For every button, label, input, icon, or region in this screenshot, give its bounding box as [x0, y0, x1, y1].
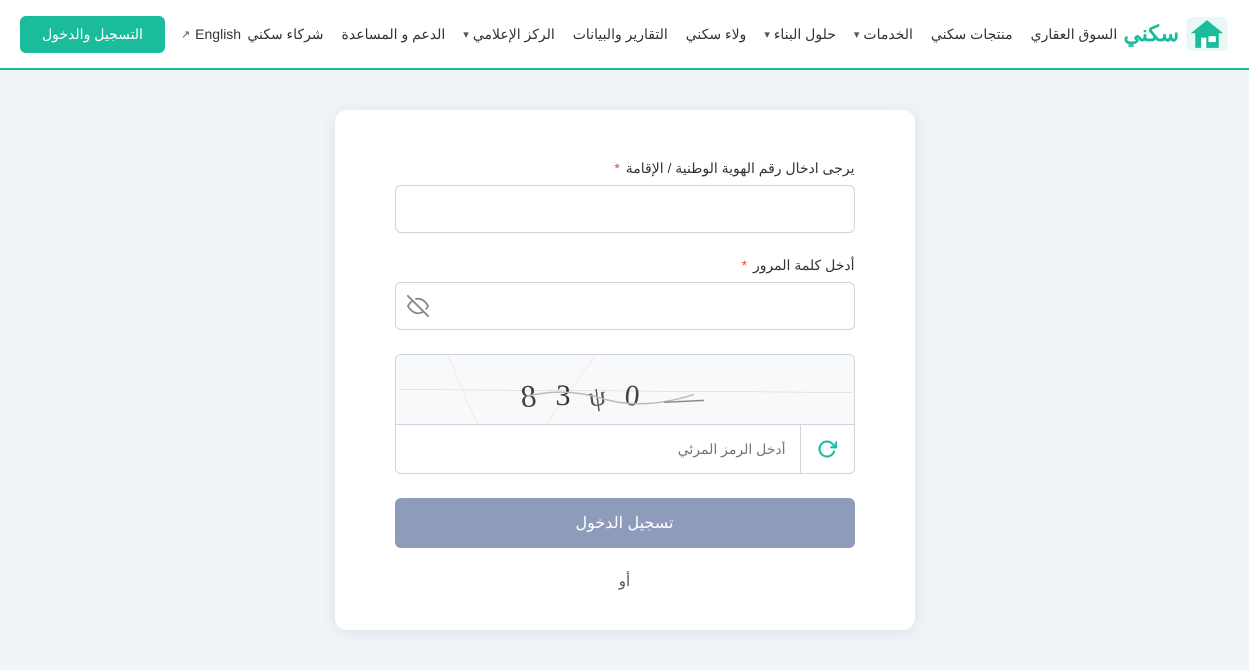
id-input[interactable] — [395, 185, 855, 233]
login-card: يرجى ادخال رقم الهوية الوطنية / الإقامة … — [335, 110, 915, 630]
password-required-star: * — [742, 257, 747, 273]
sidebar-item-building-solutions[interactable]: حلول البناء — [764, 26, 836, 43]
sidebar-item-sakani-loyalty[interactable]: ولاء سكني — [686, 26, 747, 43]
id-label: يرجى ادخال رقم الهوية الوطنية / الإقامة … — [395, 160, 855, 177]
navbar-actions: English ↗ التسجيل والدخول — [20, 16, 241, 53]
nav-menu: السوق العقاري منتجات سكني الخدمات حلول ا… — [247, 26, 1117, 43]
english-language-link[interactable]: English ↗ — [181, 26, 241, 42]
captcha-svg: 8 3 ψ 0 — [396, 355, 854, 424]
sidebar-item-services[interactable]: الخدمات — [854, 26, 913, 43]
password-input[interactable] — [395, 282, 855, 330]
refresh-icon — [817, 439, 837, 459]
logo-text: سكني — [1123, 21, 1179, 47]
logo[interactable]: سكني — [1123, 12, 1229, 56]
or-divider: أو — [395, 572, 855, 590]
password-label: أدخل كلمة المرور * — [395, 257, 855, 274]
svg-text:0: 0 — [623, 380, 641, 413]
sidebar-item-real-estate-market[interactable]: السوق العقاري — [1031, 26, 1118, 43]
password-wrapper — [395, 282, 855, 330]
toggle-password-button[interactable] — [407, 295, 429, 317]
sidebar-item-partners[interactable]: شركاء سكني — [247, 26, 323, 43]
english-label: English — [195, 26, 241, 42]
svg-text:3: 3 — [555, 380, 571, 413]
main-content: يرجى ادخال رقم الهوية الوطنية / الإقامة … — [0, 70, 1249, 670]
sidebar-item-support[interactable]: الدعم و المساعدة — [342, 26, 446, 43]
id-required-star: * — [614, 160, 619, 176]
captcha-refresh-button[interactable] — [800, 425, 854, 473]
id-form-group: يرجى ادخال رقم الهوية الوطنية / الإقامة … — [395, 160, 855, 233]
captcha-input-row — [396, 425, 854, 473]
external-link-icon: ↗ — [181, 28, 190, 41]
sidebar-item-sakani-products[interactable]: منتجات سكني — [931, 26, 1013, 43]
navbar: سكني السوق العقاري منتجات سكني الخدمات ح… — [0, 0, 1249, 70]
submit-login-button[interactable]: تسجيل الدخول — [395, 498, 855, 548]
captcha-input[interactable] — [396, 425, 800, 473]
sakani-logo-icon — [1185, 12, 1229, 56]
eye-slash-icon — [407, 295, 429, 317]
sidebar-item-media-center[interactable]: الركز الإعلامي — [463, 26, 554, 43]
sidebar-item-reports-data[interactable]: التقارير والبيانات — [573, 26, 668, 43]
register-login-button[interactable]: التسجيل والدخول — [20, 16, 165, 53]
captcha-image: 8 3 ψ 0 — [396, 355, 854, 425]
password-form-group: أدخل كلمة المرور * — [395, 257, 855, 330]
captcha-container: 8 3 ψ 0 — [395, 354, 855, 474]
